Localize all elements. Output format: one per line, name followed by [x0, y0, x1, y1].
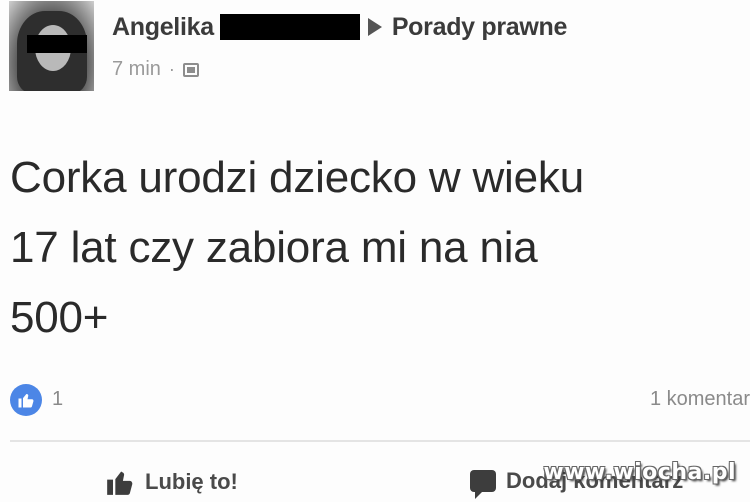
watermark: www.wiocha.pl [543, 460, 736, 485]
avatar[interactable] [9, 1, 94, 91]
thumbs-up-icon [18, 394, 34, 408]
like-count[interactable]: 1 [52, 388, 63, 411]
post-meta: 7 min · [112, 58, 199, 81]
author-name[interactable]: Angelika [112, 13, 214, 42]
reactions-summary: 1 1 komentar [10, 384, 750, 418]
thumbs-up-icon [107, 471, 133, 495]
post-header: Angelika Porady prawne [112, 10, 567, 44]
divider [10, 440, 750, 442]
facebook-post: Angelika Porady prawne 7 min · Corka uro… [0, 0, 750, 502]
like-badge-icon[interactable] [10, 384, 42, 416]
comment-icon [470, 470, 496, 499]
like-button-label: Lubię to! [145, 469, 238, 494]
group-name[interactable]: Porady prawne [392, 13, 568, 42]
post-text-line: Corka urodzi dziecko w wieku [10, 153, 584, 202]
post-body: Corka urodzi dziecko w wieku 17 lat czy … [10, 143, 730, 353]
censored-surname [219, 14, 360, 40]
avatar-censor-bar [27, 35, 87, 53]
group-icon [182, 62, 199, 77]
like-button[interactable]: Lubię to! [105, 468, 238, 496]
post-text-line: 500+ [10, 293, 109, 342]
arrow-right-icon [367, 18, 382, 36]
meta-separator: · [168, 59, 175, 79]
comments-count[interactable]: 1 komentar [610, 388, 750, 411]
post-text-line: 17 lat czy zabiora mi na nia [10, 223, 538, 272]
post-timestamp[interactable]: 7 min [112, 58, 161, 81]
